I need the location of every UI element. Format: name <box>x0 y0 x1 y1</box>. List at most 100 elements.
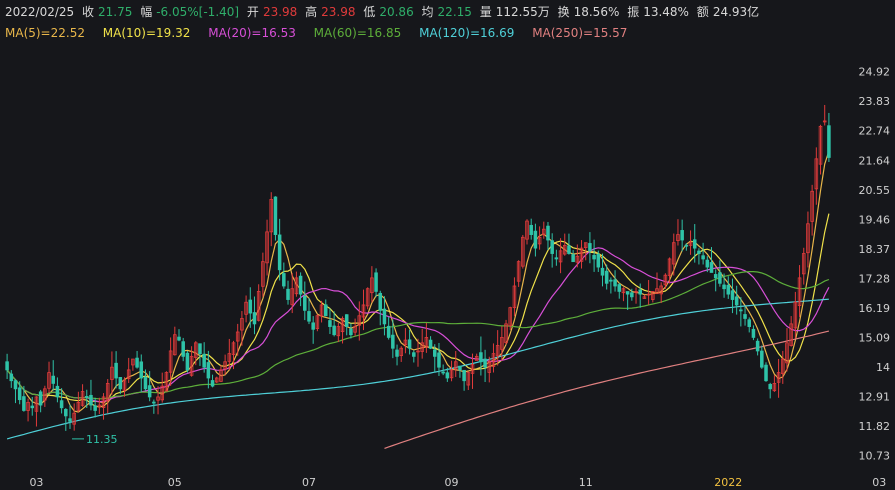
y-tick-label: 23.83 <box>859 95 891 108</box>
candle-body <box>118 377 123 390</box>
candle-body <box>713 274 718 279</box>
candle-body <box>286 288 290 300</box>
candle-body <box>143 376 148 390</box>
candles-group <box>5 104 831 431</box>
candle-body <box>546 225 550 241</box>
candle-body <box>739 309 743 312</box>
candle-body <box>734 296 739 306</box>
quote-info-bar: 2022/02/25 收 21.75 幅 -6.05%[-1.40] 开 23.98 … <box>0 0 895 24</box>
candle-body <box>718 272 722 284</box>
candle-body <box>378 292 383 311</box>
candle-body <box>17 387 22 401</box>
candle-body <box>198 343 202 355</box>
low-value: 20.86 <box>379 5 414 19</box>
annotation-label: 11.35 <box>86 433 118 446</box>
candle-body <box>588 243 592 252</box>
candle-body <box>185 352 190 371</box>
candle-body <box>55 385 60 398</box>
candle-body <box>210 380 215 387</box>
y-tick-label: 16.19 <box>859 302 891 315</box>
candle-body <box>613 279 617 287</box>
candle-body <box>374 272 378 292</box>
moving-average-lines <box>6 150 830 449</box>
y-tick-label: 17.28 <box>859 272 891 285</box>
candle-body <box>483 358 487 368</box>
y-tick-label: 22.74 <box>859 125 891 138</box>
moving-average-legend: MA(5)=22.52 MA(10)=19.32 MA(20)=16.53 MA… <box>0 24 895 42</box>
y-tick-label: 20.55 <box>859 184 891 197</box>
candle-body <box>596 253 601 268</box>
candle-body <box>604 270 609 284</box>
candle-body <box>697 250 701 254</box>
change-value: -6.05%[-1.40] <box>156 5 240 19</box>
y-axis: 24.92 23.83 22.74 21.64 20.55 19.46 18.37 17.28… <box>859 66 891 463</box>
candle-body <box>684 244 689 247</box>
candle-body <box>479 352 483 363</box>
y-tick-label: 19.46 <box>859 213 891 226</box>
y-tick-label: 14 <box>876 361 890 374</box>
candle-body <box>9 373 14 382</box>
x-tick-label: 03 <box>29 476 43 489</box>
volume-label: 量 <box>479 5 492 19</box>
candle-body <box>445 372 450 379</box>
candle-body <box>554 257 559 260</box>
candle-body <box>382 308 387 325</box>
x-tick-label: 09 <box>445 476 459 489</box>
candle-body <box>206 362 211 379</box>
candle-body <box>617 284 622 292</box>
open-value: 23.98 <box>262 5 298 19</box>
y-tick-label: 12.91 <box>859 391 891 404</box>
candle-body <box>625 291 630 295</box>
candle-body <box>248 299 253 314</box>
candle-body <box>764 364 768 382</box>
candle-body <box>386 325 391 338</box>
candle-body <box>84 396 89 398</box>
x-axis: 03 05 07 09 11 2022 03 <box>29 476 886 489</box>
candle-body <box>311 322 315 330</box>
candle-body <box>30 405 35 409</box>
candle-body <box>298 275 303 295</box>
candle-body <box>441 371 445 374</box>
candle-body <box>462 369 466 382</box>
candle-body <box>152 401 156 404</box>
candle-body <box>177 336 181 341</box>
y-tick-label: 10.73 <box>859 450 891 463</box>
amount-label: 额 <box>696 5 709 19</box>
candle-body <box>282 273 286 287</box>
candle-body <box>827 125 831 158</box>
candle-body <box>303 295 307 311</box>
candle-body <box>349 328 353 336</box>
candle-body <box>38 391 43 406</box>
change-label: 幅 <box>140 5 153 19</box>
ma20-legend: MA(20)=16.53 <box>208 26 296 40</box>
candle-body <box>332 325 336 336</box>
candle-body <box>277 234 282 271</box>
candle-body <box>768 383 772 390</box>
candle-body <box>412 352 416 357</box>
candle-body <box>252 312 257 325</box>
candle-body <box>709 262 714 273</box>
candle-body <box>328 320 332 327</box>
candle-body <box>747 319 752 327</box>
x-tick-label: 11 <box>579 476 593 489</box>
high-label: 高 <box>305 5 318 19</box>
ma5-legend: MA(5)=22.52 <box>5 26 85 40</box>
candle-body <box>743 314 747 319</box>
y-tick-label: 21.64 <box>859 154 891 167</box>
x-tick-label: 07 <box>302 476 316 489</box>
candle-body <box>323 304 328 317</box>
y-tick-label: 15.09 <box>859 332 891 345</box>
candle-body <box>13 380 18 390</box>
candle-body <box>529 224 533 235</box>
low-label: 低 <box>363 5 376 19</box>
candle-body <box>307 311 311 322</box>
candlestick-chart[interactable]: 24.92 23.83 22.74 21.64 20.55 19.46 18.37 17.28… <box>0 42 895 490</box>
candle-body <box>114 362 118 379</box>
open-label: 开 <box>246 5 259 19</box>
candle-body <box>638 289 642 295</box>
y-tick-label: 18.37 <box>859 243 891 256</box>
candle-body <box>680 230 684 241</box>
close-value: 21.75 <box>98 5 133 19</box>
candle-body <box>722 284 726 290</box>
date-text: 2022/02/25 <box>5 5 75 19</box>
